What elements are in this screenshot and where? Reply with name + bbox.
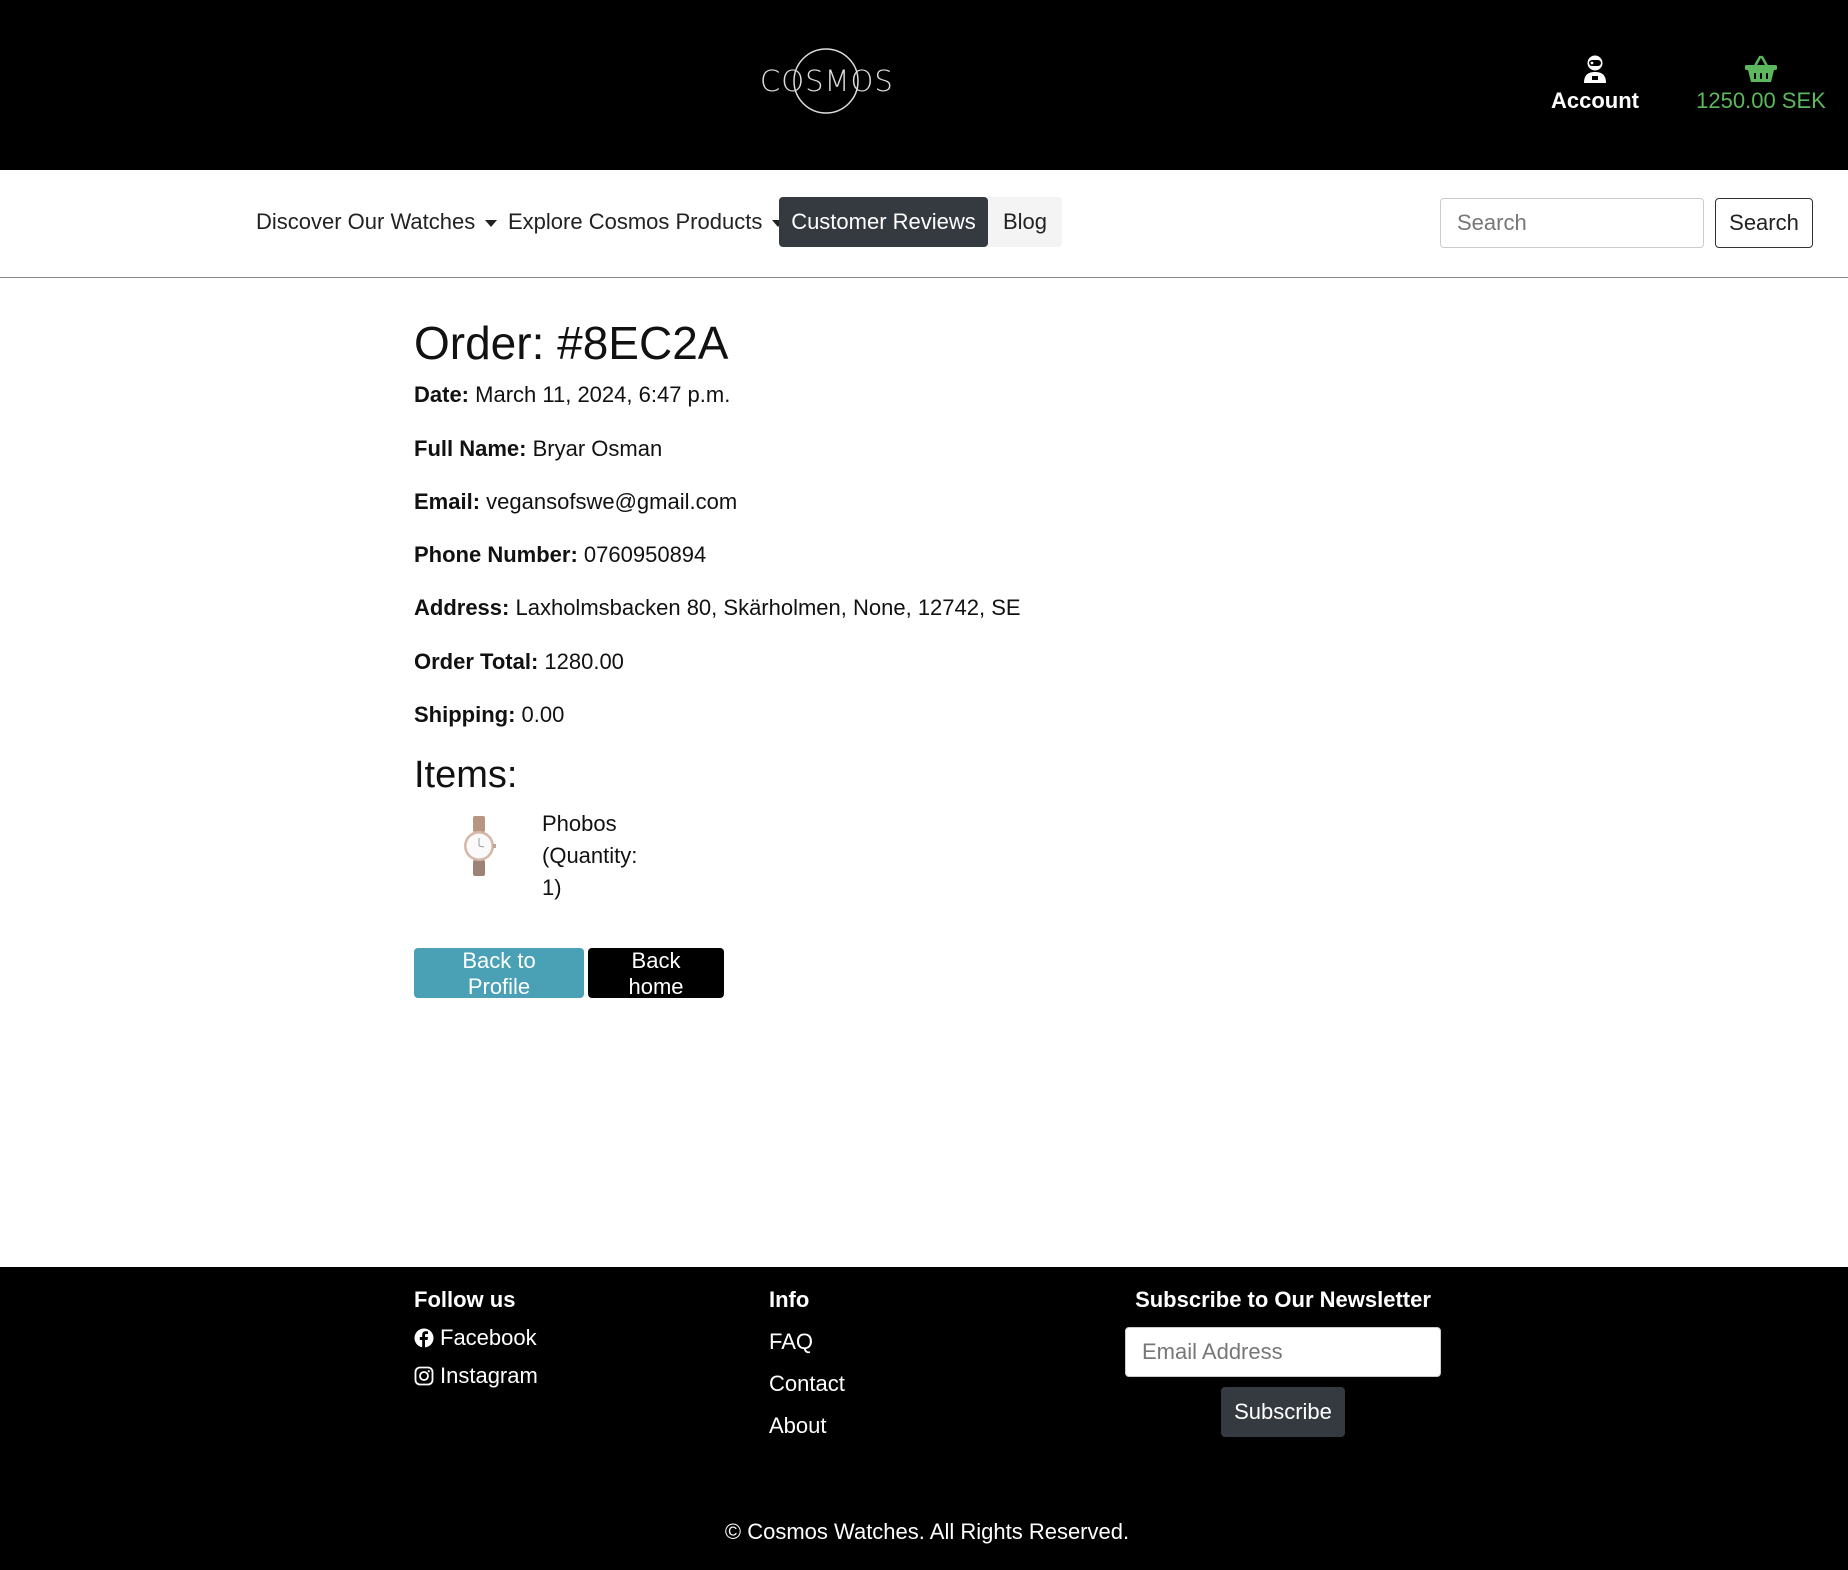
info-heading: Info xyxy=(769,1287,810,1312)
footer-follow-column: Follow us Facebook Instagram xyxy=(414,1287,538,1389)
order-date-label: Date: xyxy=(414,382,470,407)
facebook-icon xyxy=(414,1328,434,1348)
instagram-link[interactable]: Instagram xyxy=(414,1363,538,1389)
instagram-icon xyxy=(414,1366,434,1386)
order-total: Order Total: 1280.00 xyxy=(414,649,624,675)
newsletter-heading: Subscribe to Our Newsletter xyxy=(1135,1287,1431,1312)
copyright-text: © Cosmos Watches. All Rights Reserved. xyxy=(724,1519,1130,1544)
nav-discover-watches[interactable]: Discover Our Watches xyxy=(254,197,499,247)
order-shipping: Shipping: 0.00 xyxy=(414,702,564,728)
search-button[interactable]: Search xyxy=(1715,198,1813,248)
cart-link[interactable]: 1250.00 SEK xyxy=(1686,54,1836,114)
order-item: Phobos (Quantity: 1) xyxy=(462,808,652,904)
footer-info-column: Info FAQ Contact About xyxy=(769,1287,845,1439)
nav-blog[interactable]: Blog xyxy=(988,197,1062,247)
order-full-name-label: Full Name: xyxy=(414,436,527,461)
caret-down-icon xyxy=(485,219,498,227)
facebook-label: Facebook xyxy=(440,1325,537,1350)
basket-icon xyxy=(1745,55,1777,82)
order-shipping-value: 0.00 xyxy=(521,702,565,727)
nav-explore-products[interactable]: Explore Cosmos Products xyxy=(506,197,786,247)
order-full-name-value: Bryar Osman xyxy=(532,436,663,461)
newsletter-email-input[interactable] xyxy=(1125,1327,1441,1377)
main-navbar: Discover Our Watches Explore Cosmos Prod… xyxy=(0,170,1848,278)
facebook-link[interactable]: Facebook xyxy=(414,1325,538,1351)
cart-total: 1250.00 SEK xyxy=(1696,88,1826,113)
order-full-name: Full Name: Bryar Osman xyxy=(414,436,662,462)
back-to-profile-button[interactable]: Back to Profile xyxy=(414,948,584,999)
back-home-button[interactable]: Back home xyxy=(588,948,724,999)
order-total-label: Order Total: xyxy=(414,649,539,674)
items-heading: Items: xyxy=(414,754,518,796)
account-label: Account xyxy=(1551,88,1639,113)
subscribe-button[interactable]: Subscribe xyxy=(1221,1387,1345,1437)
order-total-value: 1280.00 xyxy=(544,649,624,674)
top-header: COSMOS Account 1250.00 SEK xyxy=(0,0,1848,170)
cosmos-logo[interactable]: COSMOS xyxy=(760,46,894,116)
instagram-label: Instagram xyxy=(440,1363,538,1388)
watch-product-image xyxy=(462,816,496,876)
user-icon xyxy=(1584,55,1606,83)
order-address: Address: Laxholmsbacken 80, Skärholmen, … xyxy=(414,595,1021,621)
follow-heading: Follow us xyxy=(414,1287,516,1312)
order-shipping-label: Shipping: xyxy=(414,702,516,727)
order-address-value: Laxholmsbacken 80, Skärholmen, None, 127… xyxy=(515,595,1021,620)
order-phone-label: Phone Number: xyxy=(414,542,578,567)
order-phone-value: 0760950894 xyxy=(583,542,707,567)
order-address-label: Address: xyxy=(414,595,510,620)
order-email-value: vegansofswe@gmail.com xyxy=(486,489,738,514)
order-email: Email: vegansofswe@gmail.com xyxy=(414,489,737,515)
order-title: Order: #8EC2A xyxy=(414,317,729,369)
order-date-value: March 11, 2024, 6:47 p.m. xyxy=(475,382,731,407)
faq-link[interactable]: FAQ xyxy=(769,1329,845,1355)
nav-explore-products-label: Explore Cosmos Products xyxy=(508,209,763,234)
order-item-name: Phobos (Quantity: 1) xyxy=(542,811,638,900)
order-date: Date: March 11, 2024, 6:47 p.m. xyxy=(414,382,730,408)
search-input[interactable] xyxy=(1440,198,1704,248)
about-link[interactable]: About xyxy=(769,1413,845,1439)
order-email-label: Email: xyxy=(414,489,481,514)
order-phone: Phone Number: 0760950894 xyxy=(414,542,706,568)
logo-text: COSMOS xyxy=(760,64,894,98)
account-link[interactable]: Account xyxy=(1544,54,1646,114)
nav-customer-reviews[interactable]: Customer Reviews xyxy=(779,197,988,247)
footer: Follow us Facebook Instagram Info FAQ Co… xyxy=(0,1267,1848,1570)
nav-discover-watches-label: Discover Our Watches xyxy=(256,209,476,234)
footer-newsletter-column: Subscribe to Our Newsletter Subscribe xyxy=(1125,1287,1441,1437)
contact-link[interactable]: Contact xyxy=(769,1371,845,1397)
